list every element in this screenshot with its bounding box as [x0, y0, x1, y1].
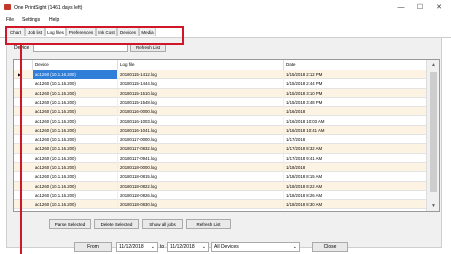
window-title: One PrintSight (1461 days left) — [14, 5, 83, 11]
annotation-pointer-line — [20, 45, 22, 254]
date-cell[interactable]: 1/16/2018 — [284, 107, 427, 117]
device-cell[interactable]: ac1260 (10.1.16.200) — [33, 125, 118, 135]
date-cell[interactable]: 1/15/2018 2:12 PM — [284, 70, 427, 79]
chevron-down-icon: ⌄ — [201, 244, 206, 250]
date-cell[interactable]: 1/18/2018 8:22 AM — [284, 181, 427, 191]
log-files-table: Device Log file Date ▶ac1260 (10.1.16.20… — [13, 59, 440, 212]
date-cell[interactable]: 1/18/2018 — [284, 163, 427, 172]
delete-selected-button[interactable]: Delete Selected — [94, 219, 139, 229]
logfile-cell[interactable]: 20180115-1548.log — [118, 97, 284, 107]
table-row[interactable]: ac1260 (10.1.16.200) 20180115-1510.log 1/1… — [14, 88, 427, 98]
table-row[interactable]: ac1260 (10.1.16.200) 20180118-0822.log 1/1… — [14, 181, 427, 191]
table-row[interactable]: ac1260 (10.1.16.200) 20180116-1003.log 1/1… — [14, 116, 427, 126]
table-row[interactable]: ac1260 (10.1.16.200) 20180115-1444.log 1/1… — [14, 79, 427, 89]
logfile-cell[interactable]: 20180118-0815.log — [118, 172, 284, 182]
logfile-cell[interactable]: 20180115-1444.log — [118, 79, 284, 89]
title-bar: One PrintSight (1461 days left) — ☐ ✕ — [0, 0, 451, 16]
table-row[interactable]: ac1260 (10.1.16.200) 20180118-0830.log 1/1… — [14, 200, 427, 210]
device-cell[interactable]: ac1260 (10.1.16.200) — [33, 144, 118, 154]
menu-file[interactable]: File — [6, 17, 14, 23]
device-cell[interactable]: ac1260 (10.1.16.200) — [33, 172, 118, 182]
column-header-date[interactable]: Date — [284, 60, 427, 70]
column-header-logfile[interactable]: Log file — [118, 60, 284, 70]
minimize-button[interactable]: — — [396, 3, 406, 13]
tabs-highlight-annotation — [5, 26, 184, 45]
device-cell[interactable]: ac1260 (10.1.16.200) — [33, 88, 118, 98]
device-cell[interactable]: ac1260 (10.1.16.200) — [33, 135, 118, 145]
to-label: to — [160, 244, 165, 250]
device-cell[interactable]: ac1260 (10.1.16.200) — [33, 200, 118, 210]
logfile-cell[interactable]: 20180118-0000.log — [118, 163, 284, 172]
scrollbar-thumb[interactable] — [430, 72, 437, 192]
logfile-cell[interactable]: 20180117-0000.log — [118, 135, 284, 145]
date-cell[interactable]: 1/16/2018 10:41 AM — [284, 125, 427, 135]
from-date-value: 11/12/2018 — [119, 244, 144, 250]
maximize-button[interactable]: ☐ — [415, 3, 425, 13]
table-row[interactable]: ac1260 (10.1.16.200) 20180117-0832.log 1/1… — [14, 144, 427, 154]
logfile-cell[interactable]: 20180117-0832.log — [118, 144, 284, 154]
date-cell[interactable]: 1/15/2018 2:44 PM — [284, 79, 427, 89]
date-cell[interactable]: 1/15/2018 3:10 PM — [284, 88, 427, 98]
row-header-cell — [14, 60, 33, 70]
device-cell[interactable]: ac1260 (10.1.16.200) — [33, 79, 118, 89]
app-logo-icon — [4, 4, 11, 10]
date-cell[interactable]: 1/18/2018 8:15 AM — [284, 172, 427, 182]
date-cell[interactable]: 1/17/2018 8:32 AM — [284, 144, 427, 154]
table-row[interactable]: ac1260 (10.1.16.200) 20180116-0000.log 1/1… — [14, 107, 427, 117]
refresh-list-button[interactable]: Refresh List — [186, 219, 231, 229]
device-cell[interactable]: ac1260 (10.1.16.200) — [33, 70, 118, 79]
table-row[interactable]: ▶ac1260 (10.1.16.200)20180115-1412.log1/… — [14, 70, 427, 80]
menu-settings[interactable]: Settings — [22, 17, 40, 23]
device-cell[interactable]: ac1260 (10.1.16.200) — [33, 116, 118, 126]
device-cell[interactable]: ac1260 (10.1.16.200) — [33, 190, 118, 200]
logfile-cell[interactable]: 20180117-0941.log — [118, 153, 284, 163]
device-cell[interactable]: ac1260 (10.1.16.200) — [33, 107, 118, 117]
date-cell[interactable]: 1/17/2018 9:41 AM — [284, 153, 427, 163]
table-row[interactable]: ac1260 (10.1.16.200) 20180118-0826.log 1/1… — [14, 190, 427, 201]
table-row[interactable]: ac1260 (10.1.16.200) 20180118-0815.log 1/1… — [14, 172, 427, 182]
device-cell[interactable]: ac1260 (10.1.16.200) — [33, 97, 118, 107]
table-row[interactable]: ac1260 (10.1.16.200) 20180117-0000.log 1/1… — [14, 135, 427, 145]
to-date-value: 11/12/2018 — [170, 244, 195, 250]
date-cell[interactable]: 1/18/2018 8:26 AM — [284, 190, 427, 200]
logfile-cell[interactable]: 20180116-1003.log — [118, 116, 284, 126]
device-filter-value: All Devices — [214, 244, 239, 250]
parse-selected-button[interactable]: Parse Selected — [49, 219, 91, 229]
vertical-scrollbar[interactable]: ▲ ▼ — [426, 60, 439, 211]
from-button[interactable]: From — [74, 242, 112, 252]
device-cell[interactable]: ac1260 (10.1.16.200) — [33, 181, 118, 191]
chevron-down-icon: ⌄ — [292, 244, 297, 250]
logfile-cell[interactable]: 20180116-0000.log — [118, 107, 284, 117]
chevron-down-icon: ⌄ — [150, 244, 155, 250]
scroll-up-icon[interactable]: ▲ — [431, 62, 436, 68]
device-cell[interactable]: ac1260 (10.1.16.200) — [33, 163, 118, 172]
close-button[interactable]: Close — [312, 242, 348, 252]
date-cell[interactable]: 1/15/2018 3:48 PM — [284, 97, 427, 107]
menu-help[interactable]: Help — [49, 17, 59, 23]
date-cell[interactable]: 1/17/2018 — [284, 135, 427, 145]
logfile-cell[interactable]: 20180116-1041.log — [118, 125, 284, 135]
to-date-picker[interactable]: 11/12/2018 ⌄ — [167, 242, 209, 252]
menu-bar — [0, 16, 451, 25]
table-row[interactable]: ac1260 (10.1.16.200) 20180116-1041.log 1/1… — [14, 125, 427, 136]
close-window-button[interactable]: ✕ — [434, 3, 444, 13]
date-cell[interactable]: 1/18/2018 8:30 AM — [284, 200, 427, 210]
logfile-cell[interactable]: 20180115-1412.log — [118, 70, 284, 79]
logfile-cell[interactable]: 20180118-0822.log — [118, 181, 284, 191]
device-cell[interactable]: ac1260 (10.1.16.200) — [33, 153, 118, 163]
logfile-cell[interactable]: 20180118-0826.log — [118, 190, 284, 200]
scroll-down-icon[interactable]: ▼ — [431, 203, 436, 209]
table-row[interactable]: ac1260 (10.1.16.200) 20180118-0000.log 1/1… — [14, 163, 427, 173]
table-row[interactable]: ac1260 (10.1.16.200) 20180115-1548.log 1/1… — [14, 97, 427, 108]
table-row[interactable]: ac1260 (10.1.16.200) 20180117-0941.log 1/1… — [14, 153, 427, 163]
column-header-device[interactable]: Device — [33, 60, 118, 70]
from-date-picker[interactable]: 11/12/2018 ⌄ — [116, 242, 158, 252]
device-filter-select[interactable]: All Devices ⌄ — [211, 242, 300, 252]
show-all-jobs-button[interactable]: Show all jobs — [142, 219, 183, 229]
logfile-cell[interactable]: 20180115-1510.log — [118, 88, 284, 98]
logfile-cell[interactable]: 20180118-0830.log — [118, 200, 284, 210]
date-cell[interactable]: 1/16/2018 10:03 AM — [284, 116, 427, 126]
